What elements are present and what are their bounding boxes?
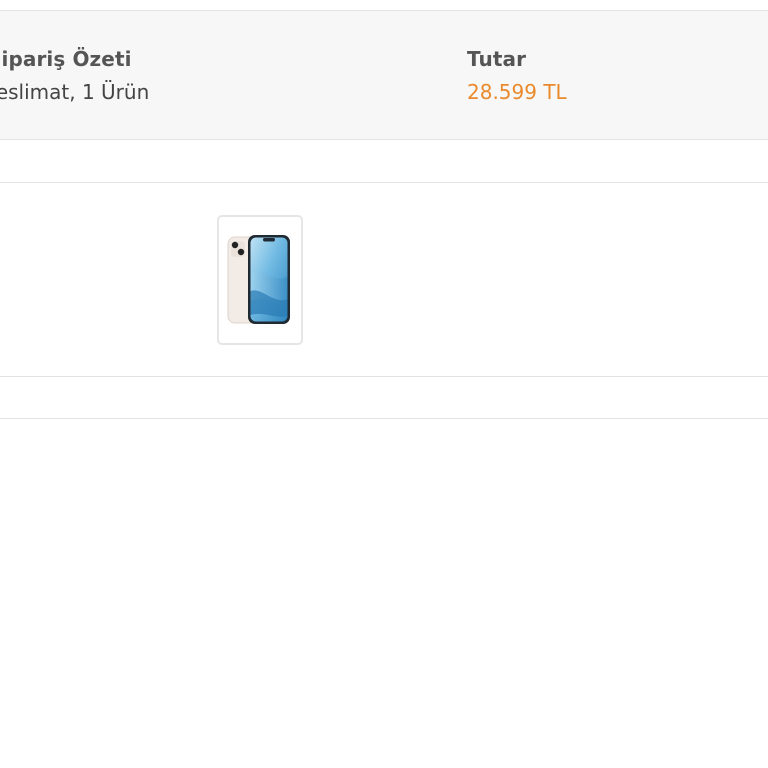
divider (0, 182, 768, 183)
order-page: Sipariş Özeti Teslimat, 1 Ürün Tutar 28.… (0, 0, 768, 768)
order-amount: Tutar 28.599 TL (467, 45, 567, 107)
order-summary-detail: Teslimat, 1 Ürün (0, 80, 150, 104)
order-summary-info: Sipariş Özeti Teslimat, 1 Ürün (0, 45, 149, 107)
amount-value: 28.599 TL (467, 80, 567, 104)
amount-label: Tutar (467, 47, 527, 71)
product-thumbnail[interactable] (217, 215, 303, 345)
phone-product-image (227, 235, 290, 324)
divider (0, 418, 768, 419)
order-summary-title: Sipariş Özeti (0, 47, 132, 71)
divider (0, 376, 768, 377)
order-summary-panel: Sipariş Özeti Teslimat, 1 Ürün Tutar 28.… (0, 10, 768, 140)
